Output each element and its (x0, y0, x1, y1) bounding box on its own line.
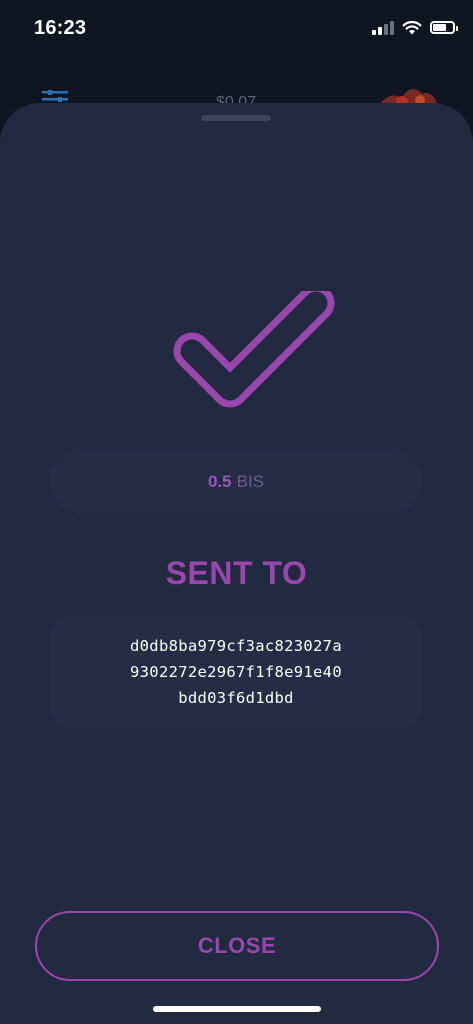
status-icons (372, 20, 458, 35)
address-line: d0db8ba979cf3ac823027a (130, 637, 342, 655)
transaction-success-sheet: 0.5 BIS SENT TO d0db8ba979cf3ac823027a 9… (0, 103, 473, 1024)
amount-unit: BIS (236, 472, 265, 491)
screen: 16:23 $0.07 (0, 0, 473, 1024)
amount-value: 0.5 (207, 472, 232, 491)
address-line: 9302272e2967f1f8e91e40 (130, 663, 342, 681)
home-indicator[interactable] (153, 1006, 321, 1012)
recipient-address: d0db8ba979cf3ac823027a 9302272e2967f1f8e… (50, 615, 422, 729)
sheet-drag-handle[interactable] (201, 115, 271, 121)
settings-sliders-icon (42, 90, 68, 102)
cellular-signal-icon (372, 20, 394, 35)
status-time: 16:23 (34, 17, 87, 39)
status-bar: 16:23 (0, 0, 473, 56)
amount-display: 0.5 BIS (50, 451, 422, 513)
checkmark-icon (173, 291, 335, 408)
wifi-icon (402, 20, 422, 35)
battery-icon (430, 21, 458, 34)
close-button[interactable]: CLOSE (35, 911, 439, 981)
sent-to-title: SENT TO (165, 555, 308, 591)
battery-level (433, 24, 446, 31)
address-line: bdd03f6d1dbd (178, 689, 294, 707)
